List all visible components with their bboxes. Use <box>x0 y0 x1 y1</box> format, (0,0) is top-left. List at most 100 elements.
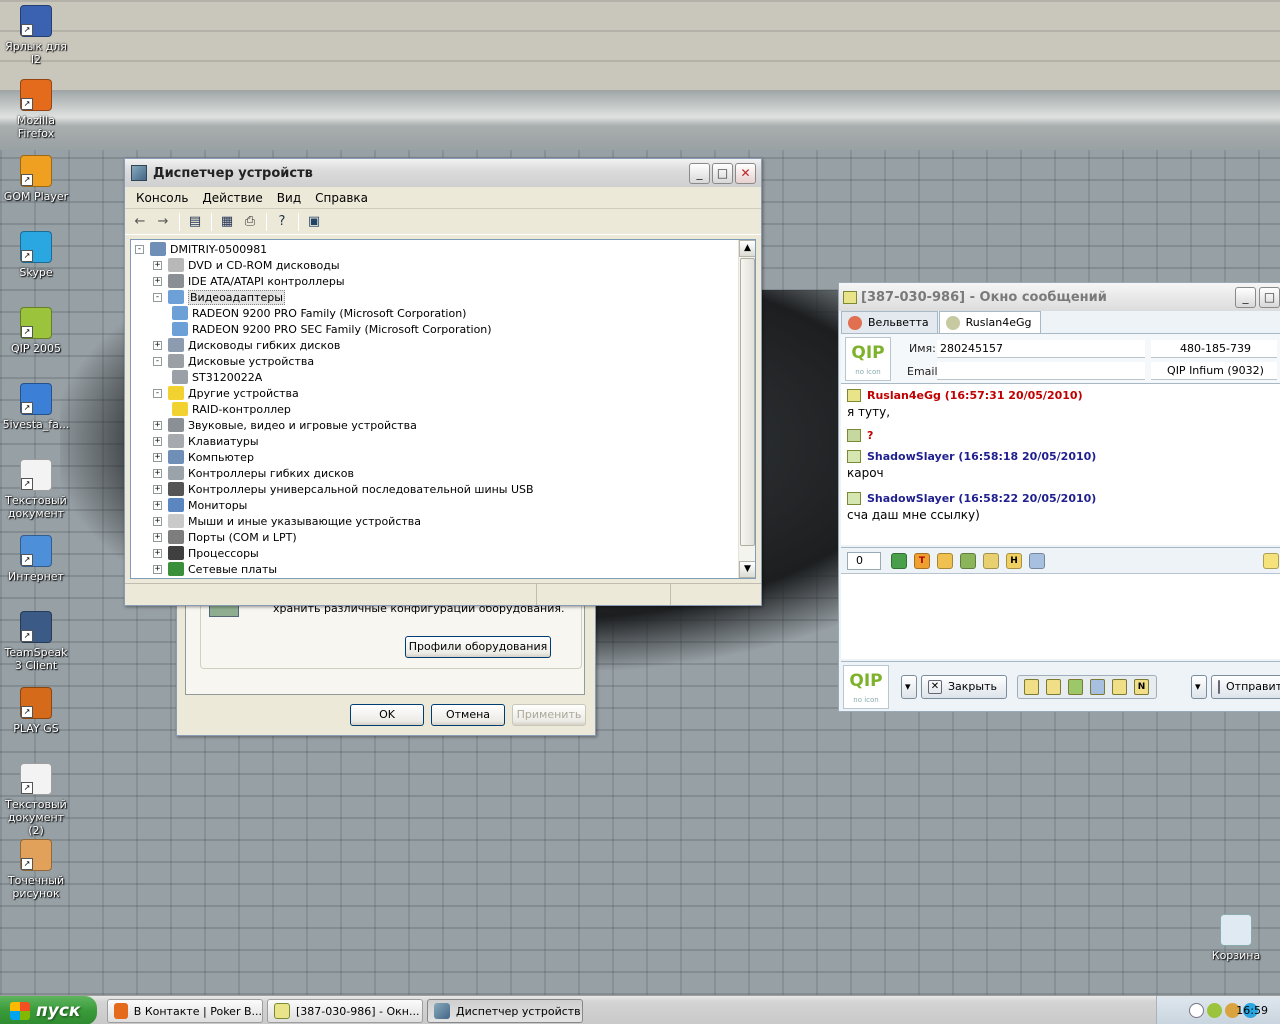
cancel-button[interactable]: Отмена <box>431 704 505 726</box>
tree-node[interactable]: + Порты (COM и LPT) <box>153 529 297 545</box>
email-field[interactable] <box>937 362 1145 380</box>
tree-node[interactable]: ST3120022A <box>172 369 262 385</box>
smiley-icon[interactable] <box>891 552 907 569</box>
quick-action-icon[interactable]: N <box>1134 679 1149 695</box>
properties-icon[interactable]: ▦ <box>216 212 238 232</box>
expand-icon[interactable]: + <box>153 452 162 462</box>
expand-icon[interactable]: + <box>153 484 162 494</box>
desktop-icon[interactable]: PLAY GS <box>0 687 72 735</box>
expand-icon[interactable]: + <box>153 436 162 446</box>
expand-icon[interactable]: + <box>153 516 162 526</box>
qip-send-button[interactable]: Отправить <box>1211 675 1280 699</box>
desktop-icon[interactable]: Mozilla Firefox <box>0 79 72 140</box>
tree-node[interactable]: RADEON 9200 PRO SEC Family (Microsoft Co… <box>172 321 492 337</box>
tab-ruslan4egg[interactable]: Ruslan4eGg <box>938 311 1041 333</box>
save-icon[interactable] <box>960 552 976 569</box>
contact-info-icon[interactable] <box>1029 552 1045 569</box>
name-field[interactable]: 280245157 <box>937 340 1145 358</box>
device-tree[interactable]: - DMITRIY-0500981 + DVD и CD-ROM дисководы +… <box>130 239 756 579</box>
close-options-dropdown[interactable]: ▾ <box>901 675 917 699</box>
back-icon[interactable]: ← <box>129 212 151 232</box>
menu-help[interactable]: Справка <box>308 191 375 205</box>
tree-node[interactable]: + IDE ATA/ATAPI контроллеры <box>153 273 345 289</box>
scroll-thumb[interactable] <box>740 258 755 546</box>
tree-node[interactable]: - Видеоадаптеры <box>153 289 285 305</box>
expand-icon[interactable]: + <box>153 276 162 286</box>
tree-node[interactable]: + Мониторы <box>153 497 247 513</box>
tree-node[interactable]: + Дисководы гибких дисков <box>153 337 340 353</box>
picture-icon[interactable] <box>983 552 999 569</box>
ok-button[interactable]: OK <box>350 704 424 726</box>
tree-node[interactable]: + Сетевые платы <box>153 561 277 577</box>
desktop-icon[interactable]: Ярлык для l2 <box>0 5 72 66</box>
menu-console[interactable]: Консоль <box>129 191 195 205</box>
tree-node[interactable]: + Мыши и иные указывающие устройства <box>153 513 421 529</box>
expand-icon[interactable]: + <box>153 548 162 558</box>
note-icon[interactable] <box>1263 552 1279 569</box>
tree-node[interactable]: + Контроллеры гибких дисков <box>153 465 354 481</box>
quick-action-icon[interactable] <box>1090 679 1105 695</box>
desktop-icon[interactable]: Текстовый документ (2) <box>0 763 72 837</box>
tree-node[interactable]: + Клавиатуры <box>153 433 259 449</box>
expand-icon[interactable]: + <box>153 420 162 430</box>
tree-node[interactable]: RADEON 9200 PRO Family (Microsoft Corpor… <box>172 305 466 321</box>
close-button[interactable]: ✕ <box>735 163 756 184</box>
collapse-icon[interactable]: - <box>135 244 144 254</box>
desktop-icon[interactable]: 5ivesta_fa... <box>0 383 72 431</box>
tab-velvetta[interactable]: Вельветта <box>841 311 938 333</box>
qip-titlebar[interactable]: [387-030-986] - Окно сообщений <box>839 283 1280 311</box>
expand-icon[interactable]: + <box>153 532 162 542</box>
expand-icon[interactable]: + <box>153 340 162 350</box>
print-icon[interactable]: ⎙ <box>239 212 261 232</box>
collapse-icon[interactable]: - <box>153 356 162 366</box>
clock[interactable]: 16:59 <box>1236 1004 1268 1017</box>
color-icon[interactable] <box>937 552 953 569</box>
qip-minimize-button[interactable]: _ <box>1235 287 1256 308</box>
tree-node[interactable]: + Контроллеры универсальной последователь… <box>153 481 534 497</box>
scan-hardware-icon[interactable]: ▣ <box>303 212 325 232</box>
expand-icon[interactable]: + <box>153 468 162 478</box>
collapse-icon[interactable]: - <box>153 388 162 398</box>
desktop-icon[interactable]: Skype <box>0 231 72 279</box>
message-history[interactable]: Ruslan4eGg (16:57:31 20/05/2010) я туту,… <box>841 383 1280 545</box>
message-input[interactable] <box>841 573 1280 659</box>
forward-icon[interactable]: → <box>152 212 174 232</box>
apply-button[interactable]: Применить <box>512 704 586 726</box>
minimize-button[interactable]: _ <box>689 163 710 184</box>
menu-view[interactable]: Вид <box>270 191 308 205</box>
send-options-dropdown[interactable]: ▾ <box>1191 675 1207 699</box>
desktop-icon[interactable]: QIP 2005 <box>0 307 72 355</box>
quick-action-icon[interactable] <box>1068 679 1083 695</box>
properties-view-icon[interactable]: ▤ <box>184 212 206 232</box>
desktop-icon[interactable]: GOM Player <box>0 155 72 203</box>
vertical-scrollbar[interactable]: ▲ ▼ <box>738 240 755 578</box>
tree-node[interactable]: RAID-контроллер <box>172 401 291 417</box>
quick-action-icon[interactable] <box>1024 679 1039 695</box>
expand-icon[interactable]: + <box>153 500 162 510</box>
tree-node[interactable]: - Другие устройства <box>153 385 299 401</box>
menu-action[interactable]: Действие <box>195 191 269 205</box>
tree-node[interactable]: - Дисковые устройства <box>153 353 314 369</box>
help-icon[interactable]: ? <box>271 212 293 232</box>
tree-node[interactable]: + Звуковые, видео и игровые устройства <box>153 417 417 433</box>
history-icon[interactable]: H <box>1006 552 1022 569</box>
qip-close-button[interactable]: ✕ Закрыть <box>921 675 1007 699</box>
quick-action-icon[interactable] <box>1046 679 1061 695</box>
taskbar-item-device-manager[interactable]: Диспетчер устройств <box>427 999 583 1023</box>
tree-node[interactable]: - DMITRIY-0500981 <box>135 241 267 257</box>
desktop-icon[interactable]: Текстовый документ <box>0 459 72 520</box>
taskbar-item-qip[interactable]: [387-030-986] - Окн... <box>267 999 423 1023</box>
start-button[interactable]: пуск <box>0 996 97 1024</box>
tree-node[interactable]: + Процессоры <box>153 545 259 561</box>
scroll-down-icon[interactable]: ▼ <box>739 561 755 578</box>
qip-tray-icon[interactable] <box>1207 1003 1222 1018</box>
font-icon[interactable]: T <box>914 552 930 569</box>
expand-icon[interactable]: + <box>153 260 162 270</box>
tray-arrow-icon[interactable] <box>1189 1003 1204 1018</box>
tree-node[interactable]: + DVD и CD-ROM дисководы <box>153 257 340 273</box>
scroll-up-icon[interactable]: ▲ <box>739 240 755 257</box>
desktop-icon-recycle-bin[interactable]: Корзина <box>1200 914 1272 962</box>
taskbar-item-vkontakte[interactable]: В Контакте | Poker B... <box>107 999 263 1023</box>
quick-action-icon[interactable] <box>1112 679 1127 695</box>
desktop-icon[interactable]: Точечный рисунок <box>0 839 72 900</box>
